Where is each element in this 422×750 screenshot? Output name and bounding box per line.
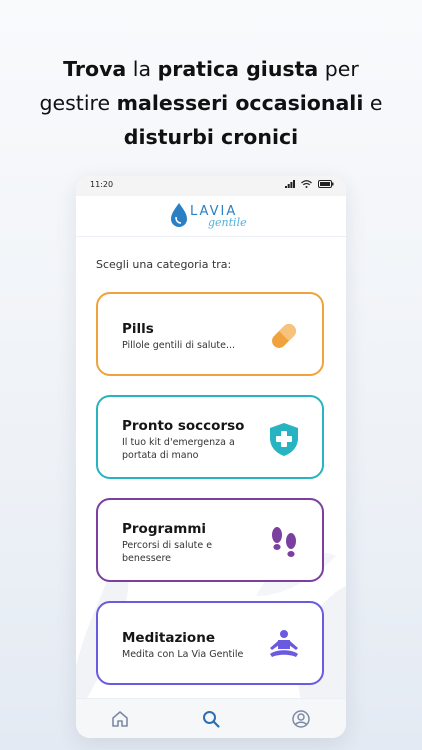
wifi-icon	[301, 180, 312, 188]
category-card-meditazione[interactable]: Meditazione Medita con La Via Gentile	[96, 601, 324, 685]
marketing-headline: Trova la pratica giusta per gestire male…	[0, 52, 422, 154]
card-subtitle: Il tuo kit d'emergenza a portata di mano	[122, 437, 235, 461]
shield-cross-icon	[270, 423, 298, 456]
headline-bold: disturbi cronici	[123, 125, 299, 149]
headline-bold: Trova	[63, 57, 127, 81]
headline-bold: malesseri occasionali	[116, 91, 364, 115]
card-subtitle: Pillole gentili di salute...	[122, 340, 236, 351]
footprints-icon	[272, 527, 296, 557]
phone-screen: 11:20 LAVIA gentile Scegli una categoria…	[76, 176, 346, 738]
headline-text: gestire	[39, 91, 117, 115]
category-card-programmi[interactable]: Programmi Percorsi di salute e benessere	[96, 498, 324, 582]
logo-script: gentile	[208, 216, 247, 229]
card-title: Pronto soccorso	[122, 418, 245, 434]
app-logo: LAVIA gentile	[170, 200, 254, 232]
home-icon[interactable]	[110, 709, 130, 729]
signal-icon	[285, 180, 295, 188]
status-time: 11:20	[90, 180, 114, 189]
bottom-navigation	[76, 698, 346, 738]
profile-icon[interactable]	[291, 709, 311, 729]
headline-text: e	[363, 91, 383, 115]
meditation-icon	[270, 630, 298, 657]
search-icon[interactable]	[201, 709, 221, 729]
headline-text: la	[126, 57, 158, 81]
pill-icon	[272, 324, 296, 348]
category-card-pronto-soccorso[interactable]: Pronto soccorso Il tuo kit d'emergenza a…	[96, 395, 324, 479]
card-subtitle: Percorsi di salute e benessere	[122, 540, 213, 564]
headline-text: per	[318, 57, 359, 81]
headline-line-3: disturbi cronici	[0, 120, 422, 154]
headline-bold: pratica giusta	[157, 57, 319, 81]
water-drop-icon	[171, 203, 187, 227]
headline-line-1: Trova la pratica giusta per	[0, 52, 422, 86]
card-subtitle: Medita con La Via Gentile	[122, 649, 244, 660]
card-title: Programmi	[122, 521, 207, 537]
headline-line-2: gestire malesseri occasionali e	[0, 86, 422, 120]
battery-icon	[318, 180, 334, 188]
status-icons	[285, 180, 334, 188]
header-divider	[76, 236, 346, 237]
card-title: Meditazione	[122, 630, 215, 646]
category-card-pills[interactable]: Pills Pillole gentili di salute...	[96, 292, 324, 376]
category-prompt: Scegli una categoria tra:	[96, 258, 232, 271]
status-bar: 11:20	[76, 176, 346, 196]
card-title: Pills	[122, 321, 154, 337]
